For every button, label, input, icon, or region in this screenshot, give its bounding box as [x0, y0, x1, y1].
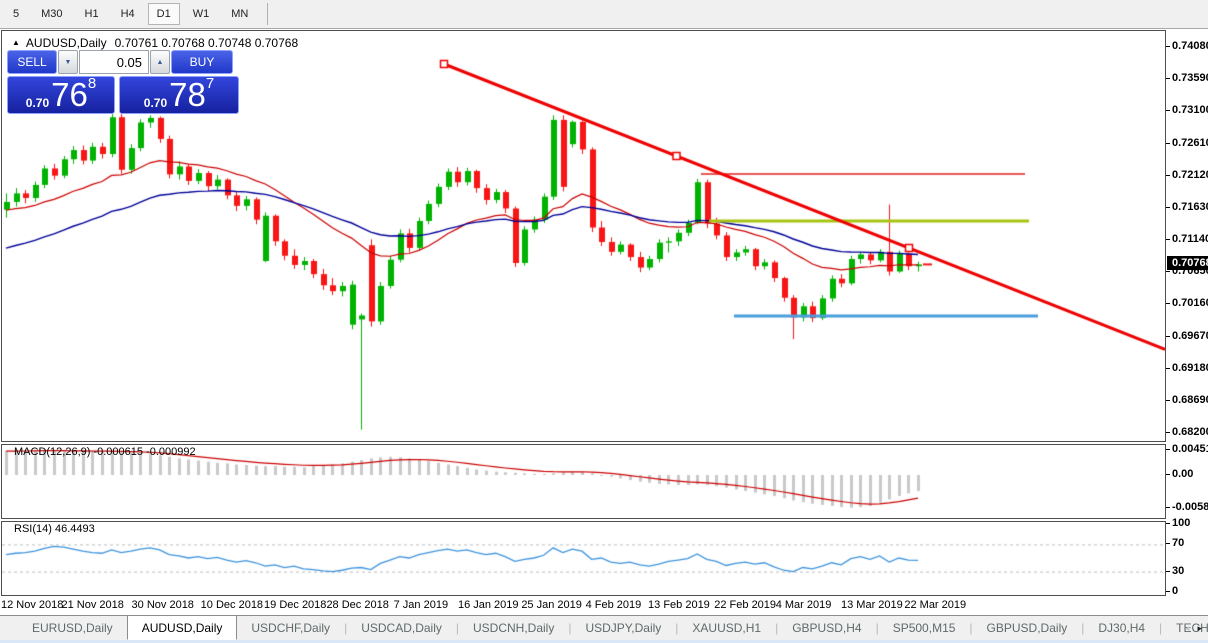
- chart-tab-dj30-h4[interactable]: DJ30,H4: [1084, 616, 1159, 640]
- price-axis-label: 0.72610: [1166, 137, 1208, 149]
- date-axis-label: 22 Feb 2019: [714, 599, 777, 611]
- date-axis-label: 16 Jan 2019: [457, 599, 519, 611]
- macd-label: MACD(12,26,9) -0.000615 -0.000992: [14, 446, 196, 458]
- tab-scroll-left-icon[interactable]: ◂: [1185, 623, 1190, 634]
- tab-scroll-arrows: ◂ ▸: [1185, 616, 1202, 640]
- buy-button[interactable]: BUY: [171, 50, 233, 74]
- timeframe-w1[interactable]: W1: [184, 3, 219, 25]
- chart-tab-usdjpy-daily[interactable]: USDJPY,Daily: [571, 616, 675, 640]
- chart-tab-usdchf-daily[interactable]: USDCHF,Daily: [237, 616, 344, 640]
- chart-tab-usdcad-daily[interactable]: USDCAD,Daily: [347, 616, 456, 640]
- sell-price-big: 76: [51, 76, 88, 113]
- macd-axis-label: -0.005899: [1166, 501, 1208, 513]
- rsi-axis-label: 100: [1165, 517, 1191, 529]
- buy-price-small: 0.70: [143, 96, 168, 110]
- date-axis-label: 25 Jan 2019: [521, 599, 582, 611]
- price-axis-label: 0.74080: [1166, 40, 1208, 52]
- buy-price-quote[interactable]: 0.70 78 7: [119, 76, 239, 114]
- price-axis-label: 0.71140: [1165, 233, 1208, 245]
- buy-price-big: 78: [169, 76, 206, 113]
- date-axis-label: 21 Nov 2018: [61, 599, 124, 611]
- rsi-axis-label: 30: [1165, 564, 1185, 577]
- date-axis-label: 30 Nov 2018: [131, 599, 194, 611]
- chart-tab-usdcnh-daily[interactable]: USDCNH,Daily: [459, 616, 568, 640]
- chart-tab-xauusd-h1[interactable]: XAUUSD,H1: [678, 616, 775, 640]
- chart-tab-sp500-m15[interactable]: SP500,M15: [879, 616, 970, 640]
- macd-axis-label: 0.004517: [1166, 443, 1208, 455]
- timeframe-h4[interactable]: H4: [112, 3, 144, 25]
- price-axis-label: 0.69670: [1166, 330, 1208, 342]
- date-axis-label: 7 Jan 2019: [393, 599, 449, 611]
- date-axis-label: 10 Dec 2018: [200, 599, 264, 611]
- chart-ohlc-values: 0.70761 0.70768 0.70748 0.70768: [114, 36, 299, 50]
- timeframe-m30[interactable]: M30: [32, 3, 71, 25]
- rsi-indicator-panel: [1, 521, 1166, 596]
- date-axis-label: 22 Mar 2019: [904, 599, 967, 611]
- chart-tab-gbpusd-daily[interactable]: GBPUSD,Daily: [973, 616, 1082, 640]
- collapse-arrow-icon[interactable]: ▲: [12, 38, 20, 47]
- date-axis-label: 4 Mar 2019: [775, 599, 832, 611]
- chart-tab-gbpusd-h4[interactable]: GBPUSD,H4: [778, 616, 875, 640]
- rsi-axis-label: 0: [1165, 585, 1179, 597]
- one-click-trading-panel: SELL ▼ ▲ BUY 0.70 76 8 0.70 78 7: [7, 50, 239, 114]
- price-axis-label: 0.69180: [1166, 362, 1208, 374]
- price-axis-label: 0.71630: [1166, 201, 1208, 213]
- date-axis-label: 4 Feb 2019: [585, 599, 642, 611]
- macd-axis-label: 0.00: [1165, 468, 1194, 480]
- chart-title: ▲ AUDUSD,Daily 0.70761 0.70768 0.70748 0.7…: [12, 36, 298, 50]
- date-axis-label: 19 Dec 2018: [264, 599, 327, 611]
- buy-price-pip: 7: [205, 75, 215, 92]
- sell-button[interactable]: SELL: [7, 50, 57, 74]
- date-axis: 12 Nov 2018 21 Nov 2018 30 Nov 2018 10 Dec …: [0, 597, 1208, 614]
- rsi-axis-label: 70: [1165, 537, 1185, 550]
- timeframe-h1[interactable]: H1: [76, 3, 108, 25]
- price-axis-label: 0.68690: [1166, 394, 1208, 406]
- price-axis-label: 0.70160: [1166, 297, 1208, 309]
- date-axis-label: 28 Dec 2018: [326, 599, 389, 611]
- chart-tabs-bar: EURUSD,Daily AUDUSD,Daily USDCHF,Daily | USD…: [0, 615, 1208, 643]
- sell-price-small: 0.70: [25, 96, 50, 110]
- current-price-badge: 0.70768: [1167, 256, 1208, 271]
- sell-price-pip: 8: [87, 75, 97, 92]
- volume-decrease-button[interactable]: ▼: [58, 50, 78, 74]
- tab-scroll-right-icon[interactable]: ▸: [1197, 623, 1202, 634]
- date-axis-label: 13 Feb 2019: [648, 599, 710, 611]
- timeframe-mn[interactable]: MN: [222, 3, 257, 25]
- chart-tab-audusd-daily[interactable]: AUDUSD,Daily: [126, 616, 238, 640]
- rsi-label: RSI(14) 46.4493: [14, 523, 95, 535]
- toolbar-separator: [267, 3, 269, 25]
- rsi-canvas[interactable]: [2, 522, 1165, 595]
- sell-price-quote[interactable]: 0.70 76 8: [7, 76, 115, 114]
- timeframe-d1[interactable]: D1: [147, 3, 180, 25]
- price-axis-label: 0.73100: [1166, 104, 1208, 116]
- date-axis-label: 13 Mar 2019: [841, 599, 903, 611]
- price-axis-label: 0.68200: [1166, 426, 1208, 438]
- date-axis-label: 12 Nov 2018: [1, 599, 64, 611]
- timeframe-5[interactable]: 5: [4, 3, 28, 25]
- chart-symbol-label: AUDUSD,Daily: [25, 36, 107, 50]
- volume-increase-button[interactable]: ▲: [150, 50, 170, 74]
- price-axis-label: 0.72120: [1166, 169, 1208, 181]
- volume-input[interactable]: [79, 50, 149, 74]
- mt4-window: 5 M30 H1 H4 D1 W1 MN ▲ AUDUSD,Daily 0.70761 0.70…: [0, 0, 1208, 643]
- timeframe-toolbar: 5 M30 H1 H4 D1 W1 MN: [0, 0, 1208, 29]
- chart-tab-eurusd-daily[interactable]: EURUSD,Daily: [18, 616, 127, 640]
- price-axis-label: 0.73590: [1166, 72, 1208, 84]
